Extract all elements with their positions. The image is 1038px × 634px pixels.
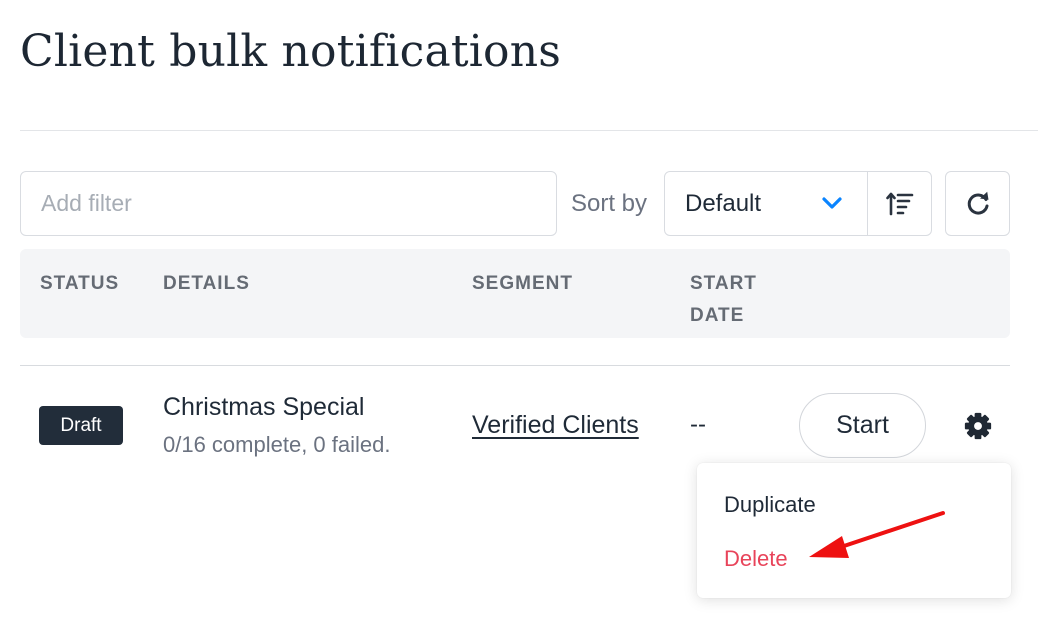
row-actions-menu: Duplicate Delete <box>697 463 1011 598</box>
sort-direction-button[interactable] <box>868 172 931 235</box>
column-header-details: DETAILS <box>163 273 250 294</box>
menu-item-delete[interactable]: Delete <box>724 546 788 572</box>
refresh-icon <box>967 191 988 215</box>
table-header: STATUS DETAILS SEGMENT START DATE <box>20 249 1010 338</box>
notification-name: Christmas Special <box>163 393 365 421</box>
filter-input[interactable] <box>20 171 557 236</box>
chevron-down-icon <box>822 197 842 209</box>
page-title: Client bulk notifications <box>20 26 562 77</box>
column-header-status: STATUS <box>40 273 120 294</box>
gear-icon[interactable] <box>963 411 993 441</box>
start-date-value: -- <box>690 411 706 438</box>
column-header-segment: SEGMENT <box>472 273 573 294</box>
sort-select[interactable]: Default <box>665 172 868 235</box>
row-divider <box>20 365 1010 366</box>
notification-progress: 0/16 complete, 0 failed. <box>163 432 391 457</box>
sort-label: Sort by <box>571 190 648 217</box>
title-divider <box>20 130 1038 131</box>
sort-ascending-icon <box>885 192 913 215</box>
column-header-start-date: START DATE <box>690 273 757 326</box>
menu-item-duplicate[interactable]: Duplicate <box>724 492 816 518</box>
segment-link[interactable]: Verified Clients <box>472 411 639 440</box>
refresh-button[interactable] <box>945 171 1010 236</box>
start-button[interactable]: Start <box>799 393 926 458</box>
sort-select-value: Default <box>685 189 762 217</box>
status-badge: Draft <box>39 406 123 445</box>
sort-control: Default <box>664 171 932 236</box>
